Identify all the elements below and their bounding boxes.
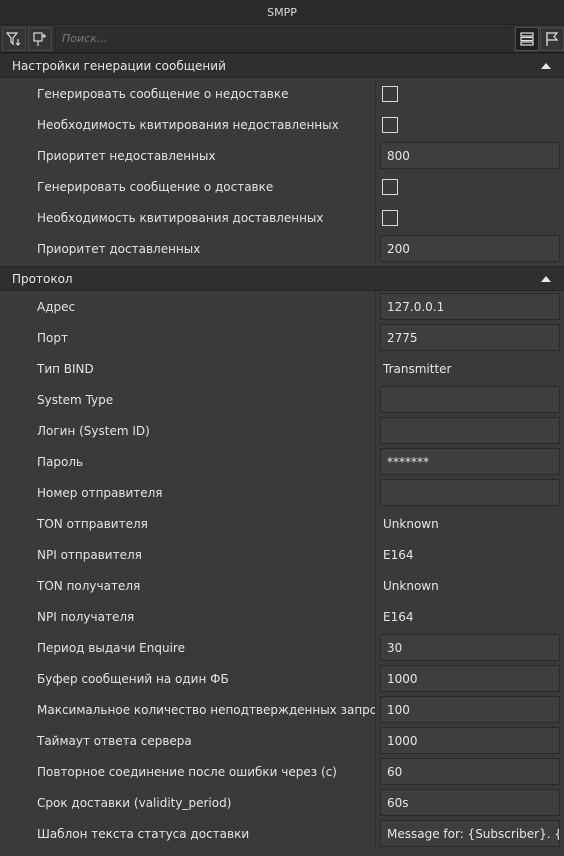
section-title: Протокол — [12, 271, 73, 286]
window-title-bar: SMPP — [0, 0, 564, 25]
property-row: System Type — [0, 384, 564, 415]
value-field[interactable] — [380, 479, 560, 506]
list-view-button[interactable] — [515, 26, 539, 51]
filter-button[interactable] — [2, 26, 26, 51]
property-row: Логин (System ID) — [0, 415, 564, 446]
window-title: SMPP — [267, 5, 297, 19]
property-label: TON получателя — [37, 578, 141, 593]
value-field[interactable]: 60 — [380, 758, 560, 785]
property-label: Таймаут ответа сервера — [37, 733, 192, 748]
value-dropdown[interactable]: Transmitter — [380, 355, 560, 382]
checkbox[interactable] — [382, 116, 398, 133]
property-label: Порт — [37, 330, 68, 345]
property-row: Тип BIND Transmitter — [0, 353, 564, 384]
property-label: Пароль — [37, 454, 84, 469]
property-label: Период выдачи Enquire — [37, 640, 185, 655]
collapse-button[interactable] — [534, 54, 558, 78]
property-row: Номер отправителя — [0, 477, 564, 508]
section-title: Настройки генерации сообщений — [12, 58, 226, 73]
collapse-button[interactable] — [534, 267, 558, 291]
value-dropdown[interactable]: E164 — [380, 603, 560, 630]
property-label: Номер отправителя — [37, 485, 163, 500]
property-row: Шаблон текста статуса доставки Message f… — [0, 818, 564, 849]
property-label: Необходимость квитирования доставленных — [37, 210, 324, 225]
value-field[interactable]: 1000 — [380, 665, 560, 692]
property-row: Адрес 127.0.0.1 — [0, 291, 564, 322]
property-label: NPI получателя — [37, 609, 135, 624]
property-row: Порт 2775 — [0, 322, 564, 353]
value-field[interactable]: Message for: {Subscriber}. {Statu — [380, 820, 560, 847]
property-row: Период выдачи Enquire 30 — [0, 632, 564, 663]
property-label: Необходимость квитирования недоставленны… — [37, 117, 339, 132]
pin-button[interactable] — [28, 26, 52, 51]
property-row: TON отправителя Unknown — [0, 508, 564, 539]
property-label: TON отправителя — [37, 516, 148, 531]
property-label: Генерировать сообщение о недоставке — [37, 86, 289, 101]
value-dropdown[interactable]: Unknown — [380, 510, 560, 537]
property-label: Буфер сообщений на один ФБ — [37, 671, 229, 686]
property-label: Шаблон текста статуса доставки — [37, 826, 250, 841]
property-row: Таймаут ответа сервера 1000 — [0, 725, 564, 756]
value-dropdown[interactable]: Unknown — [380, 572, 560, 599]
property-row: TON получателя Unknown — [0, 570, 564, 601]
pin-icon — [33, 31, 46, 46]
property-row: Срок доставки (validity_period) 60s — [0, 787, 564, 818]
list-view-icon — [520, 31, 534, 46]
value-field[interactable]: 2775 — [380, 324, 560, 351]
property-row: NPI получателя E164 — [0, 601, 564, 632]
value-field[interactable]: 30 — [380, 634, 560, 661]
checkbox[interactable] — [382, 178, 398, 195]
property-label: Тип BIND — [37, 361, 94, 376]
property-row: Генерировать сообщение о недоставке — [0, 78, 564, 109]
property-row: Повторное соединение после ошибки через … — [0, 756, 564, 787]
property-label: NPI отправителя — [37, 547, 142, 562]
value-field[interactable]: 1000 — [380, 727, 560, 754]
value-field[interactable]: 800 — [380, 142, 560, 169]
checkbox[interactable] — [382, 209, 398, 226]
property-row: Приоритет недоставленных 800 — [0, 140, 564, 171]
property-label: Генерировать сообщение о доставке — [37, 179, 274, 194]
search-input[interactable] — [55, 26, 511, 51]
flag-icon — [546, 31, 559, 46]
property-label: Максимальное количество неподтвержденных… — [37, 702, 375, 717]
property-label: Повторное соединение после ошибки через … — [37, 764, 337, 779]
property-row: Необходимость квитирования доставленных — [0, 202, 564, 233]
property-row: Максимальное количество неподтвержденных… — [0, 694, 564, 725]
property-row: Буфер сообщений на один ФБ 1000 — [0, 663, 564, 694]
property-label: Приоритет доставленных — [37, 241, 201, 256]
section-body-generation-settings: Генерировать сообщение о недоставке Необ… — [0, 78, 564, 264]
value-field[interactable] — [380, 417, 560, 444]
property-row: Приоритет доставленных 200 — [0, 233, 564, 264]
property-label: Приоритет недоставленных — [37, 148, 216, 163]
property-label: Срок доставки (validity_period) — [37, 795, 232, 810]
property-row: Необходимость квитирования недоставленны… — [0, 109, 564, 140]
property-label: Адрес — [37, 299, 76, 314]
property-row: Пароль ******* — [0, 446, 564, 477]
toolbar — [0, 25, 564, 53]
value-dropdown[interactable]: E164 — [380, 541, 560, 568]
property-row: Генерировать сообщение о доставке — [0, 171, 564, 202]
chevron-up-icon — [541, 275, 551, 282]
value-field[interactable]: 200 — [380, 235, 560, 262]
section-body-protocol: Адрес 127.0.0.1 Порт 2775 Тип BIND Trans… — [0, 291, 564, 849]
value-field[interactable]: 100 — [380, 696, 560, 723]
property-row: NPI отправителя E164 — [0, 539, 564, 570]
chevron-up-icon — [541, 62, 551, 69]
section-header-protocol[interactable]: Протокол — [0, 266, 564, 291]
checkbox[interactable] — [382, 85, 398, 102]
value-field[interactable]: 60s — [380, 789, 560, 816]
property-label: System Type — [37, 392, 114, 407]
password-field[interactable]: ******* — [380, 448, 560, 475]
value-field[interactable]: 127.0.0.1 — [380, 293, 560, 320]
property-label: Логин (System ID) — [37, 423, 150, 438]
filter-icon — [5, 31, 21, 46]
value-field[interactable] — [380, 386, 560, 413]
section-header-generation-settings[interactable]: Настройки генерации сообщений — [0, 53, 564, 78]
flag-button[interactable] — [540, 26, 564, 51]
